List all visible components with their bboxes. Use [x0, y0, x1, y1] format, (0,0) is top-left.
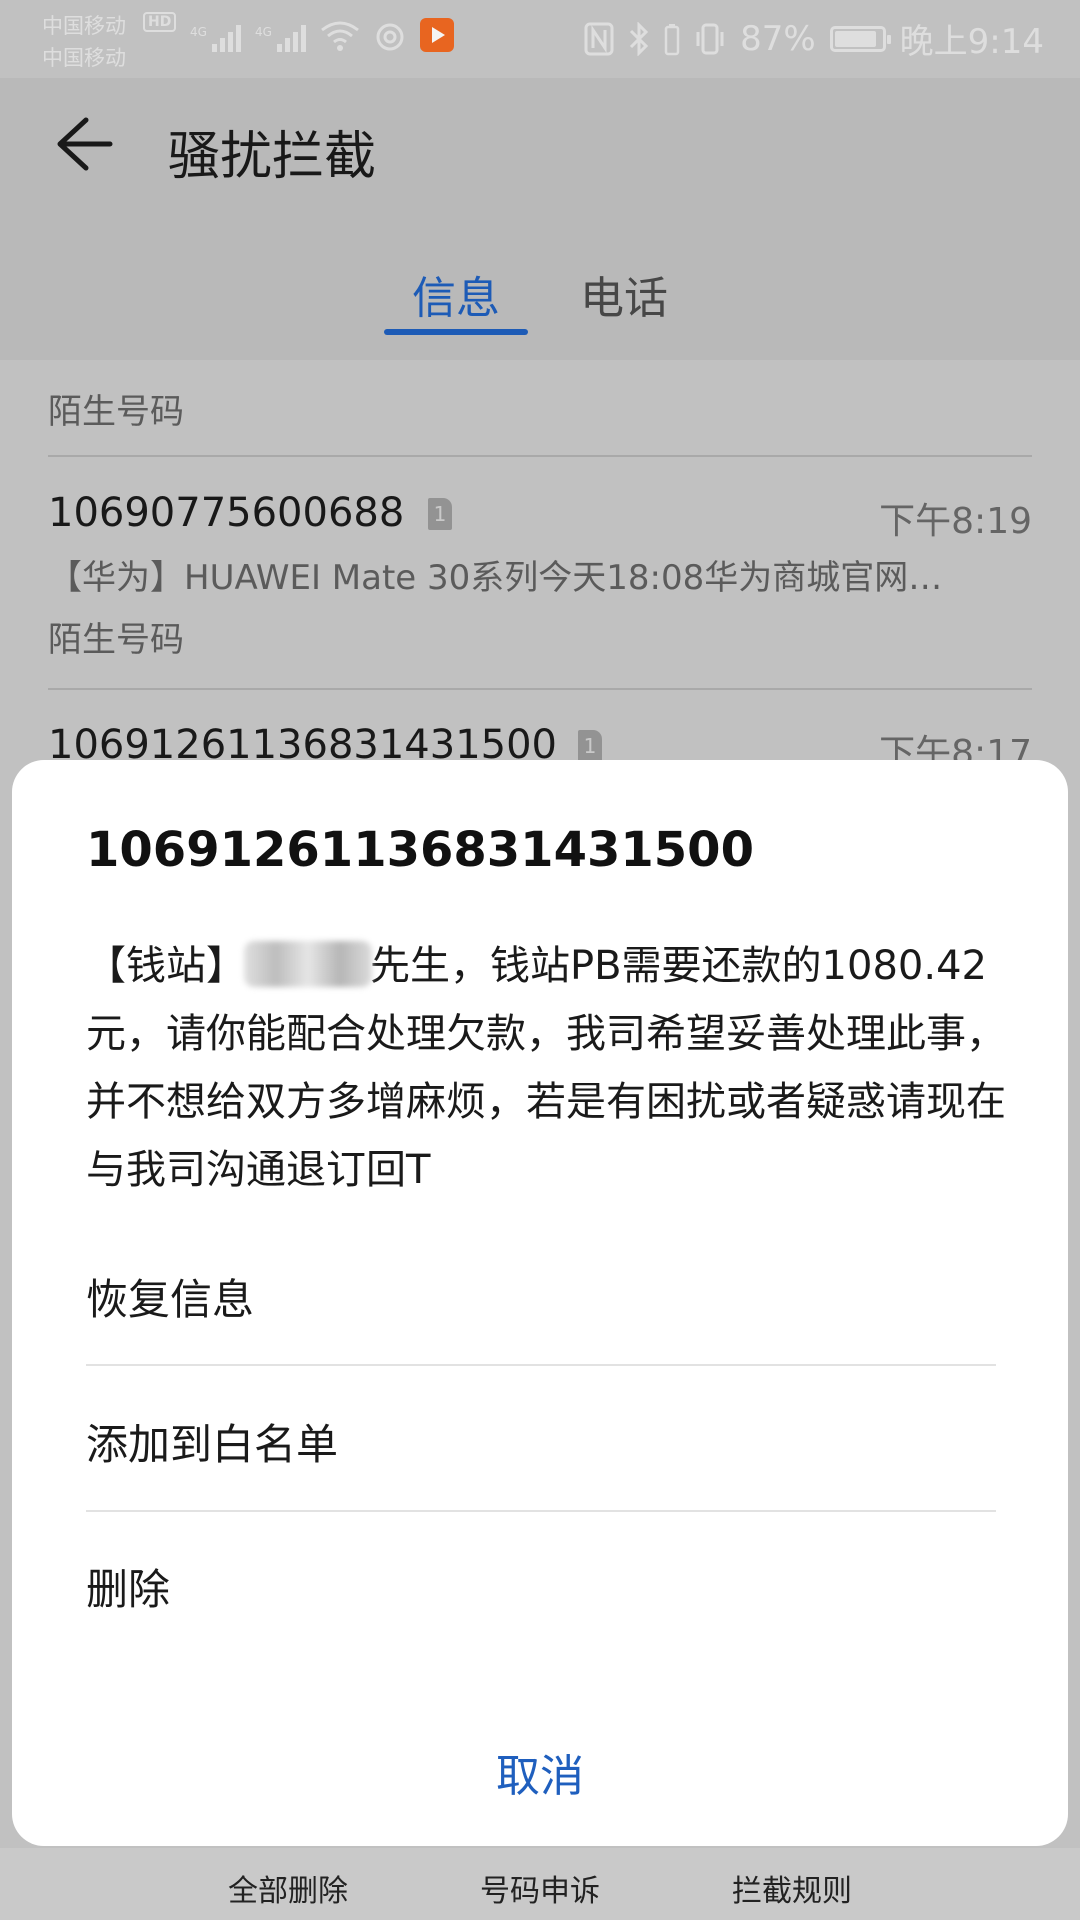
restore-message-button[interactable]: 恢复信息: [86, 1266, 254, 1327]
delete-button[interactable]: 删除: [86, 1556, 170, 1617]
delete-all-button[interactable]: 全部删除: [228, 1866, 348, 1910]
sheet-divider: [86, 1510, 996, 1512]
message-body-prefix: 【钱站】: [86, 943, 246, 989]
sheet-message-body: 【钱站】 先生，钱站PB需要还款的1080.42元，请你能配合处理欠款，我司希望妥…: [86, 932, 1006, 1204]
number-appeal-button[interactable]: 号码申诉: [480, 1866, 600, 1910]
add-to-whitelist-button[interactable]: 添加到白名单: [86, 1411, 338, 1472]
block-rules-button[interactable]: 拦截规则: [732, 1866, 852, 1910]
sheet-sender-number: 106912611368314315​00: [86, 822, 754, 878]
cancel-button[interactable]: 取消: [12, 1740, 1068, 1804]
sheet-divider: [86, 1364, 996, 1366]
message-action-sheet: 106912611368314315​00 【钱站】 先生，钱站PB需要还款的10…: [12, 760, 1068, 1846]
redacted-name-mask: [244, 941, 372, 987]
